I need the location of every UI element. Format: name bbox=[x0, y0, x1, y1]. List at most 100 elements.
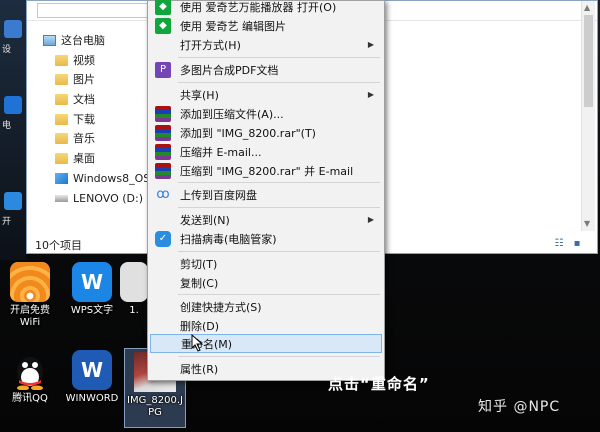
nav-item-label: 这台电脑 bbox=[61, 34, 105, 47]
menu-item-copy[interactable]: 复制(C) bbox=[150, 273, 382, 292]
status-item-count: 10个项目 bbox=[35, 239, 82, 252]
menu-item-cut[interactable]: 剪切(T) bbox=[150, 254, 382, 273]
nav-item-documents[interactable]: 文档 bbox=[55, 90, 95, 108]
scroll-down-icon[interactable]: ▼ bbox=[584, 219, 590, 228]
desktop-icon-wifi[interactable]: 开启免费WiFi bbox=[2, 262, 58, 329]
nav-item-label: 文档 bbox=[73, 93, 95, 106]
desktop-icon-qq[interactable]: 腾讯QQ bbox=[2, 350, 58, 405]
folder-icon bbox=[55, 54, 68, 66]
nav-item-windows-drive[interactable]: Windows8_OS ( bbox=[55, 169, 158, 187]
nav-item-this-pc[interactable]: 这台电脑 bbox=[43, 31, 105, 49]
desktop-icon-label: 腾讯QQ bbox=[12, 393, 48, 404]
app-icon[interactable] bbox=[4, 96, 22, 114]
iqiyi-icon: ◆ bbox=[155, 17, 171, 34]
nav-item-label: 音乐 bbox=[73, 132, 95, 145]
nav-item-label: 下载 bbox=[73, 113, 95, 126]
details-view-icon[interactable]: ☷ bbox=[553, 239, 565, 249]
desktop-icon-winword[interactable]: W WINWORD bbox=[64, 350, 120, 405]
menu-item-label: 使用 爱奇艺万能播放器 打开(O) bbox=[180, 0, 337, 14]
nav-item-music[interactable]: 音乐 bbox=[55, 129, 95, 147]
menu-separator bbox=[178, 356, 380, 357]
menu-item-share[interactable]: 共享(H) ▶ bbox=[150, 85, 382, 104]
menu-separator bbox=[178, 82, 380, 83]
winrar-icon bbox=[155, 105, 171, 122]
winrar-icon bbox=[155, 162, 171, 179]
menu-item-rename[interactable]: 重命名(M) bbox=[150, 334, 382, 353]
menu-separator bbox=[178, 294, 380, 295]
nav-item-label: 图片 bbox=[73, 73, 95, 86]
submenu-arrow-icon: ▶ bbox=[367, 90, 374, 99]
nav-item-desktop[interactable]: 桌面 bbox=[55, 149, 95, 167]
menu-separator bbox=[178, 207, 380, 208]
large-icons-view-icon[interactable]: ▪ bbox=[571, 239, 583, 249]
menu-item-create-shortcut[interactable]: 创建快捷方式(S) bbox=[150, 297, 382, 316]
baidu-netdisk-icon: ꝏ bbox=[156, 187, 170, 202]
mouse-cursor-icon bbox=[191, 334, 204, 352]
menu-item-label: 剪切(T) bbox=[180, 257, 218, 271]
menu-item-add-to-archive[interactable]: 添加到压缩文件(A)... bbox=[150, 104, 382, 123]
menu-item-label: 压缩到 "IMG_8200.rar" 并 E-mail bbox=[180, 164, 354, 178]
nav-item-label: 桌面 bbox=[73, 152, 95, 165]
desktop-icon-label: WPS文字 bbox=[70, 305, 114, 316]
drive-icon bbox=[55, 194, 68, 202]
menu-item-upload-baidu[interactable]: ꝏ 上传到百度网盘 bbox=[150, 185, 382, 204]
scroll-up-icon[interactable]: ▲ bbox=[584, 3, 590, 12]
winrar-icon bbox=[155, 143, 171, 160]
menu-item-label: 属性(R) bbox=[180, 362, 219, 376]
menu-item-label: 重命名(M) bbox=[181, 337, 233, 351]
nav-item-lenovo-drive[interactable]: LENOVO (D:) bbox=[55, 189, 143, 207]
menu-item-delete[interactable]: 删除(D) bbox=[150, 316, 382, 335]
nav-item-label: LENOVO (D:) bbox=[73, 191, 144, 205]
desktop: 设 电 开 这台电脑 视频 图片 文档 下载 音乐 桌面 Windows8_OS… bbox=[0, 0, 600, 432]
qq-icon bbox=[10, 350, 50, 390]
submenu-arrow-icon: ▶ bbox=[367, 40, 374, 49]
settings-icon[interactable] bbox=[4, 20, 22, 38]
menu-item-label: 压缩并 E-mail... bbox=[180, 145, 262, 159]
desktop-left-label-1: 设 bbox=[2, 45, 12, 55]
menu-item-label: 上传到百度网盘 bbox=[180, 188, 257, 202]
desktop-left-strip: 设 电 开 bbox=[0, 0, 26, 260]
address-bar[interactable] bbox=[37, 3, 157, 18]
menu-separator bbox=[178, 182, 380, 183]
nav-item-label: Windows8_OS ( bbox=[73, 171, 159, 185]
menu-item-open-with-iqiyi-player[interactable]: ◆ 使用 爱奇艺万能播放器 打开(O) bbox=[150, 0, 382, 16]
nav-item-pictures[interactable]: 图片 bbox=[55, 70, 95, 88]
watermark: 知乎 @NPC bbox=[478, 399, 561, 415]
wps-icon: W bbox=[72, 262, 112, 302]
menu-item-open-with[interactable]: 打开方式(H) ▶ bbox=[150, 35, 382, 54]
menu-item-label: 复制(C) bbox=[180, 276, 219, 290]
shield-icon: ✓ bbox=[155, 230, 171, 247]
folder-icon bbox=[55, 93, 68, 105]
menu-item-compress-email[interactable]: 压缩并 E-mail... bbox=[150, 142, 382, 161]
menu-item-label: 发送到(N) bbox=[180, 213, 230, 227]
menu-item-edit-with-iqiyi[interactable]: ◆ 使用 爱奇艺 编辑图片 bbox=[150, 16, 382, 35]
nav-item-videos[interactable]: 视频 bbox=[55, 51, 95, 69]
folder-icon bbox=[55, 132, 68, 144]
menu-item-scan-virus[interactable]: ✓ 扫描病毒(电脑管家) bbox=[150, 229, 382, 248]
scrollbar-thumb[interactable] bbox=[584, 15, 593, 107]
menu-item-add-to-rar[interactable]: 添加到 "IMG_8200.rar"(T) bbox=[150, 123, 382, 142]
folder-icon bbox=[55, 73, 68, 85]
navigation-pane: 这台电脑 视频 图片 文档 下载 音乐 桌面 Windows8_OS (LEN… bbox=[27, 23, 158, 213]
menu-item-compress-to-rar-email[interactable]: 压缩到 "IMG_8200.rar" 并 E-mail bbox=[150, 161, 382, 180]
computer-icon bbox=[43, 34, 56, 46]
file-icon bbox=[120, 262, 148, 302]
nav-item-downloads[interactable]: 下载 bbox=[55, 110, 95, 128]
folder-icon bbox=[55, 113, 68, 125]
desktop-icon-wps[interactable]: W WPS文字 bbox=[64, 262, 120, 317]
menu-item-send-to[interactable]: 发送到(N) ▶ bbox=[150, 210, 382, 229]
menu-item-label: 共享(H) bbox=[180, 88, 219, 102]
desktop-icon-label: WINWORD bbox=[65, 393, 119, 404]
app-icon[interactable] bbox=[4, 192, 22, 210]
desktop-icon-label: 开启免费WiFi bbox=[10, 305, 50, 328]
menu-item-label: 添加到 "IMG_8200.rar"(T) bbox=[180, 126, 316, 140]
vertical-scrollbar[interactable]: ▲ ▼ bbox=[581, 1, 595, 231]
tutorial-caption: 点击“重命名” bbox=[328, 375, 430, 393]
word-icon: W bbox=[72, 350, 112, 390]
pdf-icon: P bbox=[155, 61, 171, 78]
submenu-arrow-icon: ▶ bbox=[367, 215, 374, 224]
iqiyi-icon: ◆ bbox=[155, 0, 171, 15]
menu-item-merge-pdf[interactable]: P 多图片合成PDF文档 bbox=[150, 60, 382, 79]
winrar-icon bbox=[155, 124, 171, 141]
desktop-icon-partial[interactable]: 1. bbox=[120, 262, 148, 317]
